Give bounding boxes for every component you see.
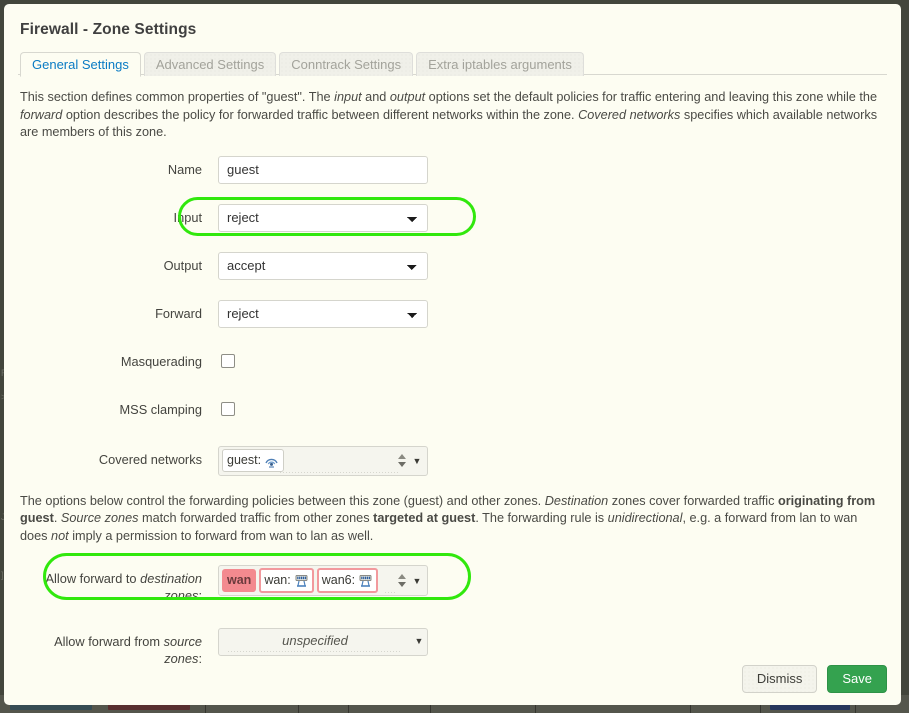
covered-networks-token-area: guest: (222, 449, 395, 472)
spinner-up-icon (398, 454, 406, 459)
input-policy-select[interactable]: reject (218, 203, 428, 232)
mss-clamping-checkbox[interactable] (221, 401, 235, 416)
label-text: Allow forward from (54, 634, 164, 649)
spinner-down-icon (398, 462, 406, 467)
forwarding-form: Allow forward to destination zones: wan w… (18, 553, 887, 667)
source-zones-dropdown-caret-icon[interactable]: ▼ (411, 631, 427, 654)
desc-em-output: output (389, 90, 426, 104)
label-output: Output (163, 257, 202, 273)
covered-networks-spinner[interactable] (395, 449, 409, 473)
desc-em-unidirectional: unidirectional (607, 511, 683, 525)
dest-zones-dropdown-caret-icon[interactable]: ▼ (409, 571, 425, 591)
token-label: guest: (227, 453, 262, 467)
desc-em-destination: Destination (544, 493, 609, 508)
desc-text: options set the default policies for tra… (425, 90, 878, 104)
desc-strong-targeted: targeted at guest (373, 511, 476, 525)
forward-policy-select[interactable]: reject (218, 299, 428, 328)
tab-advanced-settings[interactable]: Advanced Settings (143, 52, 277, 76)
dest-zones-multiselect[interactable]: wan wan: wan6: ▼ (218, 565, 428, 596)
tab-extra-iptables-arguments[interactable]: Extra iptables arguments (416, 52, 584, 76)
tokenbox-underline (279, 471, 399, 473)
desc-text: imply a permission to forward from wan t… (68, 528, 374, 543)
general-description: This section defines common properties o… (20, 89, 885, 142)
field-row-source-zones: Allow forward from source zones: unspecif… (18, 628, 887, 667)
output-policy-select[interactable]: accept (218, 251, 428, 280)
ethernet-icon (294, 574, 309, 588)
combo-underline (227, 651, 401, 652)
spinner-down-icon (398, 582, 406, 587)
forwarding-description: The options below control the forwarding… (20, 493, 885, 546)
label-covered-networks: Covered networks (98, 451, 202, 467)
label-text: : (198, 588, 202, 603)
field-row-forward: Forward reject (18, 299, 887, 328)
field-row-output: Output accept (18, 251, 887, 280)
token-label: wan: (264, 573, 291, 587)
desc-text: option describes the policy for forwarde… (62, 107, 579, 122)
label-text: : (198, 651, 202, 666)
desc-em-source-zones: Source zones (60, 511, 139, 525)
covered-networks-dropdown-caret-icon[interactable]: ▼ (409, 451, 425, 471)
label-em: zones (164, 651, 199, 666)
label-mss-clamping: MSS clamping (119, 401, 203, 417)
name-input[interactable] (218, 155, 428, 184)
ethernet-icon (358, 574, 373, 588)
source-zones-select[interactable]: unspecified ▼ (218, 628, 428, 656)
label-em: source (163, 634, 202, 649)
desc-em-not: not (51, 528, 69, 543)
page-title: Firewall - Zone Settings (20, 21, 197, 38)
field-row-masquerading: Masquerading (18, 348, 887, 376)
desc-text: . The forwarding rule is (475, 511, 608, 525)
dest-zones-spinner[interactable] (395, 569, 409, 593)
modal-footer: Dismiss Save (741, 665, 887, 693)
save-button[interactable]: Save (827, 665, 887, 693)
tokenbox-underline (384, 592, 397, 593)
label-input: Input (173, 209, 202, 225)
spinner-up-icon (398, 574, 406, 579)
dest-zones-token-area: wan wan: wan6: (222, 568, 395, 593)
token-label: wan6: (321, 573, 356, 587)
token-network-wan6[interactable]: wan6: (316, 568, 379, 593)
dismiss-button[interactable]: Dismiss (741, 665, 818, 693)
field-row-mss-clamping: MSS clamping (18, 396, 887, 424)
label-name: Name (167, 161, 202, 177)
desc-text: and (361, 90, 390, 104)
token-label: wan (227, 573, 252, 587)
desc-text: The options below control the forwarding… (20, 493, 545, 508)
desc-em-input: input (334, 90, 362, 104)
desc-em-covered-networks: Covered networks (578, 107, 681, 122)
label-em: destination (140, 571, 202, 586)
token-network-wan[interactable]: wan: (259, 568, 314, 593)
tab-general-settings[interactable]: General Settings (20, 52, 141, 77)
label-masquerading: Masquerading (120, 353, 202, 369)
field-row-covered-networks: Covered networks guest: ▼ (18, 445, 887, 476)
general-settings-form: Name Input reject Output accept (18, 155, 887, 476)
label-dest-zones: Allow forward to destination zones: (18, 565, 218, 604)
label-source-zones: Allow forward from source zones: (18, 628, 218, 667)
desc-text: zones cover forwarded traffic (608, 493, 778, 508)
token-zone-wan[interactable]: wan (222, 569, 257, 592)
masquerading-checkbox[interactable] (221, 353, 235, 368)
field-row-name: Name (18, 155, 887, 184)
desc-text: . (53, 511, 61, 525)
desc-em-forward: forward (20, 107, 63, 122)
label-em: zones (164, 588, 199, 603)
field-row-dest-zones: Allow forward to destination zones: wan w… (18, 553, 887, 604)
field-row-input: Input reject (18, 196, 887, 236)
label-text: Allow forward to (45, 571, 141, 586)
covered-networks-multiselect[interactable]: guest: ▼ (218, 445, 428, 476)
token-network-guest[interactable]: guest: (222, 449, 285, 472)
desc-text: match forwarded traffic from other zones (138, 511, 374, 525)
wireless-icon (264, 454, 279, 468)
source-zones-value: unspecified (282, 633, 348, 648)
zone-settings-modal: Firewall - Zone Settings General Setting… (4, 4, 901, 705)
tab-conntrack-settings[interactable]: Conntrack Settings (279, 52, 414, 76)
desc-text: This section defines common properties o… (20, 90, 335, 104)
label-forward: Forward (155, 305, 202, 321)
tab-bar: General Settings Advanced Settings Conntra… (18, 51, 887, 77)
